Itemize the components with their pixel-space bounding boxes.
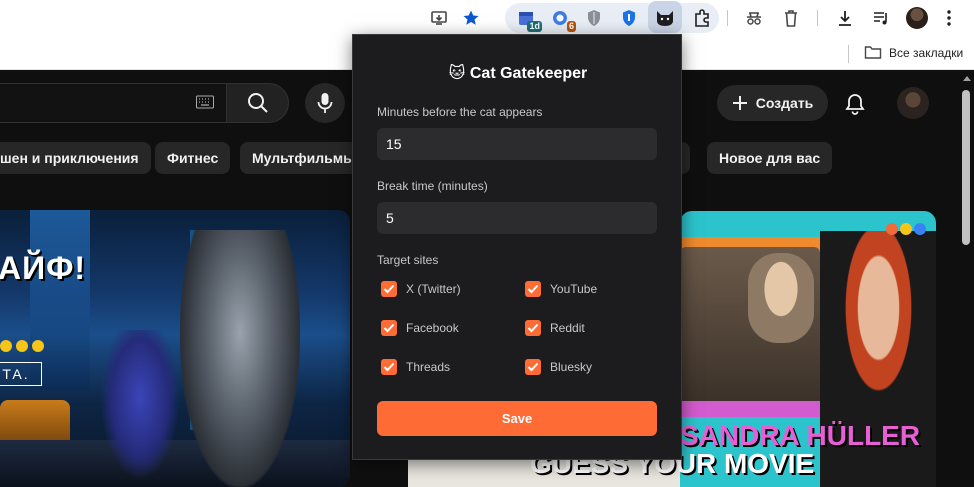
keyboard-icon[interactable] xyxy=(196,95,214,109)
site-checkbox-bluesky[interactable]: Bluesky xyxy=(525,358,592,376)
create-button[interactable]: Создать xyxy=(717,85,828,121)
browser-toolbar xyxy=(0,0,974,36)
voice-search-button[interactable] xyxy=(305,83,345,123)
thumb-dots xyxy=(0,340,44,352)
bookmark-star-icon[interactable] xyxy=(459,6,483,30)
search-input[interactable] xyxy=(0,83,226,123)
chip-cartoons[interactable]: Мультфильмы xyxy=(240,142,368,174)
site-label: Reddit xyxy=(550,321,585,335)
cat-emoji-icon: 🐱 xyxy=(448,65,466,82)
sites-label: Target sites xyxy=(377,253,439,267)
profile-avatar[interactable] xyxy=(905,6,929,30)
more-menu-icon[interactable] xyxy=(937,6,961,30)
site-label: X (Twitter) xyxy=(406,282,461,296)
chip-new-for-you[interactable]: Новое для вас xyxy=(707,142,833,174)
site-label: Bluesky xyxy=(550,360,593,374)
thumb-pink-bar xyxy=(680,401,820,417)
plus-icon xyxy=(732,96,747,110)
minutes-label: Minutes before the cat appears xyxy=(377,105,543,119)
popup-title: 🐱 Cat Gatekeeper xyxy=(353,63,683,83)
create-button-label: Создать xyxy=(755,95,814,111)
popup-title-text: Cat Gatekeeper xyxy=(469,65,588,82)
break-label: Break time (minutes) xyxy=(377,179,488,193)
toolbar-divider xyxy=(817,10,818,26)
extension-google-icon[interactable]: 6 xyxy=(548,6,576,32)
cat-gatekeeper-popup: 🐱 Cat Gatekeeper Minutes before the cat … xyxy=(352,34,682,460)
search-icon xyxy=(247,93,268,113)
media-controls-icon[interactable] xyxy=(869,6,893,30)
vpn-shield-icon[interactable] xyxy=(617,6,641,30)
checkbox-checked-icon[interactable] xyxy=(525,281,541,297)
extension-calendar-icon[interactable]: 1d xyxy=(514,6,542,32)
account-avatar[interactable] xyxy=(897,87,929,119)
thumb-face xyxy=(748,253,814,343)
search-button[interactable] xyxy=(226,83,289,123)
cat-icon[interactable] xyxy=(653,6,677,30)
checkbox-checked-icon[interactable] xyxy=(381,281,397,297)
incognito-icon[interactable] xyxy=(742,6,766,30)
all-bookmarks-link[interactable]: Все закладки xyxy=(889,46,963,60)
folder-icon xyxy=(864,44,882,62)
chip-fitness[interactable]: Фитнес xyxy=(155,142,231,174)
trash-icon[interactable] xyxy=(779,6,803,30)
site-checkbox-facebook[interactable]: Facebook xyxy=(381,319,459,337)
break-input[interactable] xyxy=(377,202,657,234)
extension-badge: 1d xyxy=(527,21,542,32)
channel-logo-dots xyxy=(886,223,926,235)
thumb-girl-figure xyxy=(100,330,180,480)
notifications-bell-icon[interactable] xyxy=(841,90,869,118)
checkbox-checked-icon[interactable] xyxy=(381,320,397,336)
shield-icon[interactable] xyxy=(582,6,606,30)
checkbox-checked-icon[interactable] xyxy=(525,320,541,336)
save-button[interactable]: Save xyxy=(377,401,657,436)
toolbar-divider xyxy=(727,10,728,26)
download-icon[interactable] xyxy=(833,6,857,30)
microphone-icon xyxy=(317,93,333,113)
extension-badge: 6 xyxy=(566,21,576,32)
checkbox-checked-icon[interactable] xyxy=(381,359,397,375)
site-checkbox-twitter[interactable]: X (Twitter) xyxy=(381,280,461,298)
checkbox-checked-icon[interactable] xyxy=(525,359,541,375)
site-label: Threads xyxy=(406,360,451,374)
chip-adventure[interactable]: шен и приключения xyxy=(0,142,151,174)
site-label: YouTube xyxy=(550,282,598,296)
thumbnail-title: АЙФ! xyxy=(0,250,87,286)
thumb-robot-figure xyxy=(180,230,300,487)
site-checkbox-threads[interactable]: Threads xyxy=(381,358,450,376)
thumbnail-caption: ТА. xyxy=(0,362,42,386)
page-scrollbar[interactable] xyxy=(962,90,970,245)
puzzle-extensions-icon[interactable] xyxy=(690,6,714,30)
bookmarks-divider xyxy=(848,45,849,63)
scroll-up-arrow[interactable] xyxy=(963,76,971,81)
site-checkbox-reddit[interactable]: Reddit xyxy=(525,319,585,337)
install-app-icon[interactable] xyxy=(427,6,451,30)
site-checkbox-youtube[interactable]: YouTube xyxy=(525,280,597,298)
minutes-input[interactable] xyxy=(377,128,657,160)
site-label: Facebook xyxy=(406,321,459,335)
video-thumbnail-left[interactable]: АЙФ! ТА. xyxy=(0,210,350,487)
